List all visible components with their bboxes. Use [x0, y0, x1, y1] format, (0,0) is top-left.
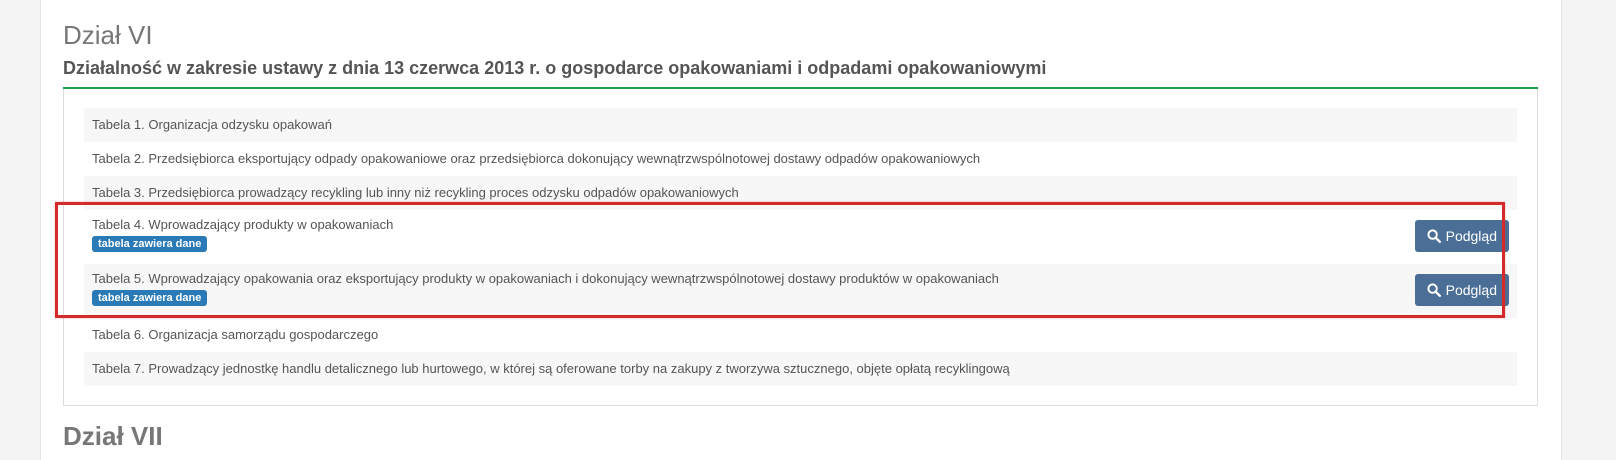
table-row-label: Tabela 6. Organizacja samorządu gospodar…: [92, 327, 379, 342]
next-section-title: Dział VII: [63, 421, 163, 451]
preview-button-label: Podgląd: [1445, 228, 1497, 244]
table-row-2: Tabela 2. Przedsiębiorca eksportujący od…: [84, 142, 1517, 176]
search-icon: [1427, 229, 1441, 243]
preview-button-table-4[interactable]: Podgląd: [1414, 220, 1509, 252]
preview-button-table-5[interactable]: Podgląd: [1414, 274, 1509, 306]
status-badge: tabela zawiera dane: [92, 290, 208, 306]
table-row-label: Tabela 5. Wprowadzający opakowania oraz …: [92, 271, 999, 286]
table-row-label: Tabela 1. Organizacja odzysku opakowań: [92, 117, 332, 132]
table-row-3: Tabela 3. Przedsiębiorca prowadzący recy…: [84, 176, 1517, 210]
tables-panel: Tabela 1. Organizacja odzysku opakowań T…: [63, 89, 1538, 406]
table-row-label: Tabela 7. Prowadzący jednostkę handlu de…: [92, 361, 1010, 376]
table-row-7: Tabela 7. Prowadzący jednostkę handlu de…: [84, 352, 1517, 386]
search-icon: [1427, 283, 1441, 297]
section-subtitle: Działalność w zakresie ustawy z dnia 13 …: [63, 58, 1047, 78]
table-row-6: Tabela 6. Organizacja samorządu gospodar…: [84, 318, 1517, 352]
table-row-label: Tabela 4. Wprowadzający produkty w opako…: [92, 217, 394, 232]
section-title: Dział VI: [63, 20, 153, 50]
section-card: Dział VI Działalność w zakresie ustawy z…: [40, 0, 1562, 460]
tables-list: Tabela 1. Organizacja odzysku opakowań T…: [84, 108, 1517, 386]
status-badge: tabela zawiera dane: [92, 236, 208, 252]
preview-button-label: Podgląd: [1445, 282, 1497, 298]
table-row-5: Tabela 5. Wprowadzający opakowania oraz …: [84, 264, 1517, 318]
table-row-1: Tabela 1. Organizacja odzysku opakowań: [84, 108, 1517, 142]
table-row-label: Tabela 3. Przedsiębiorca prowadzący recy…: [92, 185, 739, 200]
table-row-4: Tabela 4. Wprowadzający produkty w opako…: [84, 210, 1517, 264]
table-row-label: Tabela 2. Przedsiębiorca eksportujący od…: [92, 151, 981, 166]
